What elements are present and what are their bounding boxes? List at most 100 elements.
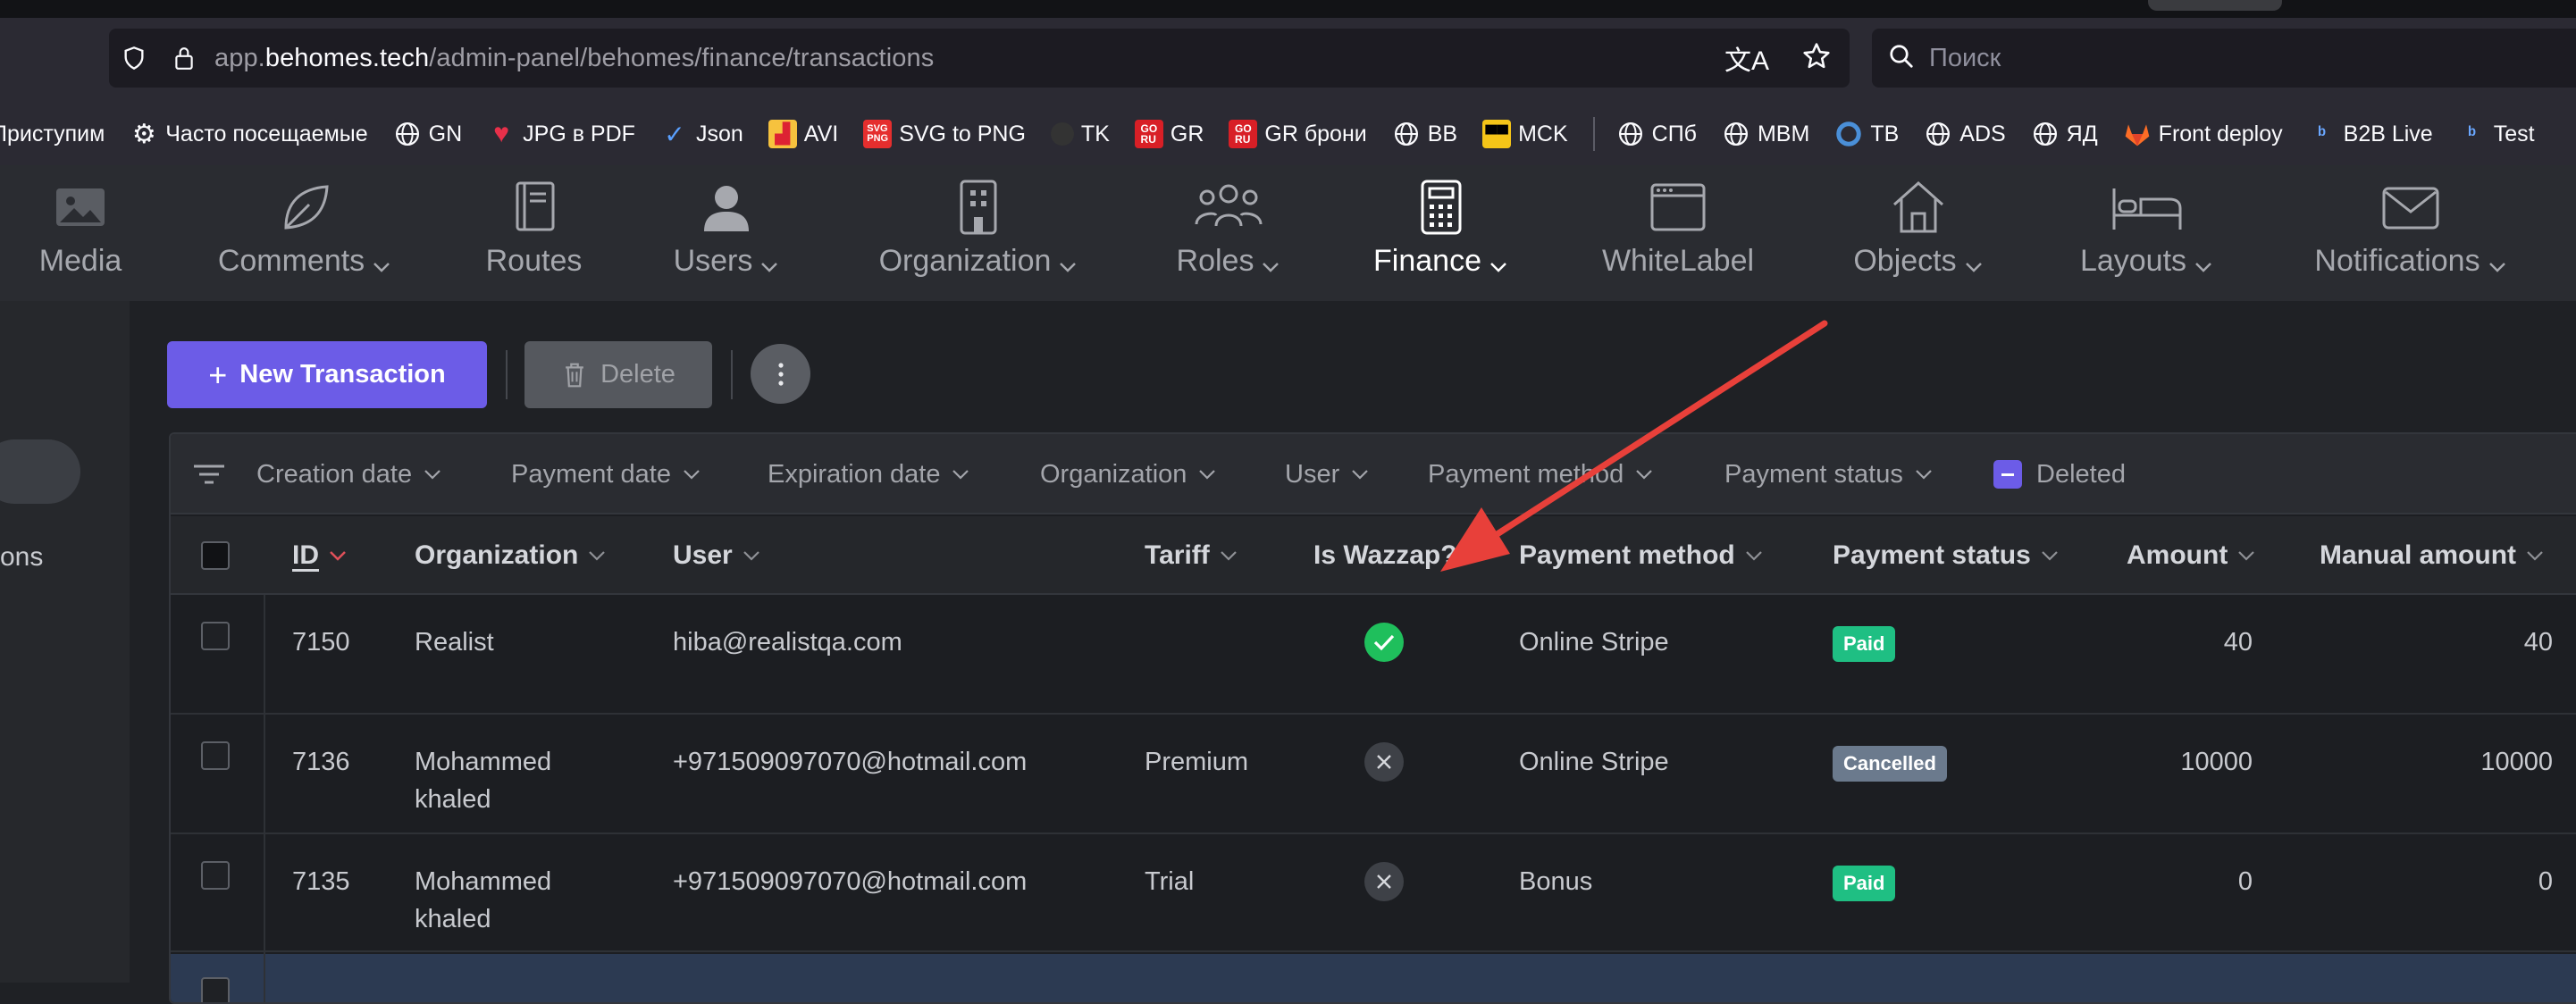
bookmark-tb[interactable]: TB xyxy=(1834,120,1899,148)
bookmark-start[interactable]: Приступим xyxy=(0,121,105,147)
column-divider xyxy=(264,595,265,1002)
bookmark-json[interactable]: ✓ Json xyxy=(660,120,743,148)
bookmark-gr-broni[interactable]: GO RU GR брони xyxy=(1229,120,1367,148)
bookmark-separator xyxy=(1592,117,1595,151)
nav-routes[interactable]: Routes xyxy=(482,165,585,301)
table-row[interactable]: 7136 Mohammed khaled +971509097070@hotmai… xyxy=(171,716,2576,834)
column-is-wazzap[interactable]: Is Wazzap? xyxy=(1313,516,1457,595)
column-id[interactable]: ID xyxy=(292,516,348,595)
table-row-selected[interactable] xyxy=(171,954,2576,1002)
filter-payment-method[interactable]: Payment method xyxy=(1428,434,1654,515)
nav-whitelabel[interactable]: WhiteLabel xyxy=(1598,165,1758,301)
chevron-down-icon xyxy=(1490,262,1506,272)
nav-finance[interactable]: Finance xyxy=(1367,165,1515,301)
heart-icon: ♥ xyxy=(493,119,510,148)
bookmark-ads[interactable]: ADS xyxy=(1924,120,2006,148)
address-bar[interactable]: app.behomes.tech/admin-panel/behomes/fin… xyxy=(109,29,1850,88)
nav-organization[interactable]: Organization xyxy=(871,165,1086,301)
bookmark-svg-png[interactable]: SVG PNG SVG to PNG xyxy=(863,120,1026,148)
chevron-down-icon xyxy=(1352,470,1369,480)
filter-user[interactable]: User xyxy=(1285,434,1370,515)
column-payment-method[interactable]: Payment method xyxy=(1519,516,1764,595)
cell-amount: 10000 xyxy=(2180,748,2253,776)
column-amount[interactable]: Amount xyxy=(2127,516,2256,595)
bookmark-gn[interactable]: GN xyxy=(393,120,462,148)
nav-layouts[interactable]: Layouts xyxy=(2073,165,2220,301)
search-icon xyxy=(1888,43,1915,74)
star-icon[interactable] xyxy=(1801,41,1832,76)
nav-media[interactable]: Media xyxy=(27,165,134,301)
url-text[interactable]: app.behomes.tech/admin-panel/behomes/fin… xyxy=(214,44,934,73)
row-checkbox[interactable] xyxy=(201,977,230,1002)
tab-handle[interactable] xyxy=(2148,0,2282,11)
delete-button[interactable]: Delete xyxy=(524,341,712,408)
chart-icon: ▟ xyxy=(768,120,797,148)
bookmark-jpg-pdf[interactable]: ♥ JPG в PDF xyxy=(487,119,635,148)
svg-icon: SVG PNG xyxy=(863,120,893,148)
cell-manual-amount: 0 xyxy=(2538,867,2553,896)
filter-bar: Creation date Payment date Expiration da… xyxy=(171,434,2576,515)
sidebar-selected-item[interactable] xyxy=(0,439,80,504)
filter-organization[interactable]: Organization xyxy=(1040,434,1217,515)
lock-icon[interactable] xyxy=(172,46,197,71)
filter-deleted-toggle[interactable]: Deleted xyxy=(1993,434,2126,515)
nav-roles[interactable]: Roles xyxy=(1171,165,1287,301)
row-checkbox[interactable] xyxy=(201,741,230,770)
column-user[interactable]: User xyxy=(673,516,761,595)
column-manual-amount[interactable]: Manual amount xyxy=(2320,516,2545,595)
shield-icon[interactable] xyxy=(122,46,147,71)
cell-id: 7136 xyxy=(292,748,350,776)
bookmark-tk[interactable]: TK xyxy=(1050,121,1110,147)
bookmark-avi[interactable]: ▟ AVI xyxy=(768,120,838,148)
check-icon: ✓ xyxy=(664,120,685,148)
cell-id: 7150 xyxy=(292,628,350,657)
chevron-down-icon xyxy=(1916,470,1932,480)
more-options-button[interactable] xyxy=(751,344,810,404)
cell-payment-status: Paid xyxy=(1833,623,1896,662)
column-payment-status[interactable]: Payment status xyxy=(1833,516,2060,595)
b-icon: ᵇ xyxy=(2318,122,2326,145)
nav-comments[interactable]: Comments xyxy=(211,165,399,301)
nav-notifications[interactable]: Notifications xyxy=(2303,165,2518,301)
translate-icon[interactable]: 文A xyxy=(1724,38,1769,78)
nav-users[interactable]: Users xyxy=(668,165,785,301)
search-placeholder: Поиск xyxy=(1929,43,2001,72)
filter-expiration-date[interactable]: Expiration date xyxy=(768,434,970,515)
bookmark-frequent[interactable]: ⚙ Часто посещаемые xyxy=(130,120,368,149)
filter-creation-date[interactable]: Creation date xyxy=(256,434,442,515)
chevron-down-icon xyxy=(2041,551,2058,561)
column-organization[interactable]: Organization xyxy=(415,516,607,595)
group-icon xyxy=(1195,184,1263,227)
bookmark-gr[interactable]: GO RU GR xyxy=(1134,120,1204,148)
bookmark-test[interactable]: ᵇ Test xyxy=(2458,120,2534,148)
select-all-checkbox[interactable] xyxy=(201,541,230,570)
table-row[interactable]: 7150 Realist hiba@realistqa.com Online S… xyxy=(171,597,2576,715)
bookmark-mck[interactable]: ▀▀ MCK xyxy=(1482,120,1568,148)
table-row[interactable]: 7135 Mohammed khaled +971509097070@hotmai… xyxy=(171,836,2576,952)
indeterminate-checkbox xyxy=(1993,460,2022,489)
cell-tariff: Premium xyxy=(1145,748,1249,776)
chevron-down-icon xyxy=(1965,262,1982,272)
chevron-down-icon xyxy=(1060,262,1077,272)
filter-payment-date[interactable]: Payment date xyxy=(511,434,701,515)
chevron-down-icon xyxy=(1636,470,1653,480)
sidebar: ons xyxy=(0,301,130,983)
column-tariff[interactable]: Tariff xyxy=(1145,516,1238,595)
bookmark-spb[interactable]: СПб xyxy=(1616,120,1697,148)
nav-objects[interactable]: Objects xyxy=(1842,165,1994,301)
bookmark-yad[interactable]: ЯД xyxy=(2031,120,2098,148)
b-icon: ᵇ xyxy=(2468,122,2476,145)
sidebar-item-label[interactable]: ons xyxy=(0,542,43,573)
search-bar[interactable]: Поиск xyxy=(1872,29,2576,88)
filter-settings-button[interactable] xyxy=(192,434,226,515)
chevron-down-icon xyxy=(2488,262,2505,272)
bookmark-mbm[interactable]: MBM xyxy=(1722,120,1809,148)
bookmark-front-deploy[interactable]: Front deploy xyxy=(2123,120,2283,148)
row-checkbox[interactable] xyxy=(201,861,230,890)
filter-payment-status[interactable]: Payment status xyxy=(1724,434,1934,515)
chevron-down-icon xyxy=(1745,551,1762,561)
bookmark-b2b-live[interactable]: ᵇ B2B Live xyxy=(2308,120,2432,148)
row-checkbox[interactable] xyxy=(201,622,230,650)
bookmark-bb[interactable]: BB xyxy=(1392,120,1457,148)
new-transaction-button[interactable]: + New Transaction xyxy=(167,341,487,408)
